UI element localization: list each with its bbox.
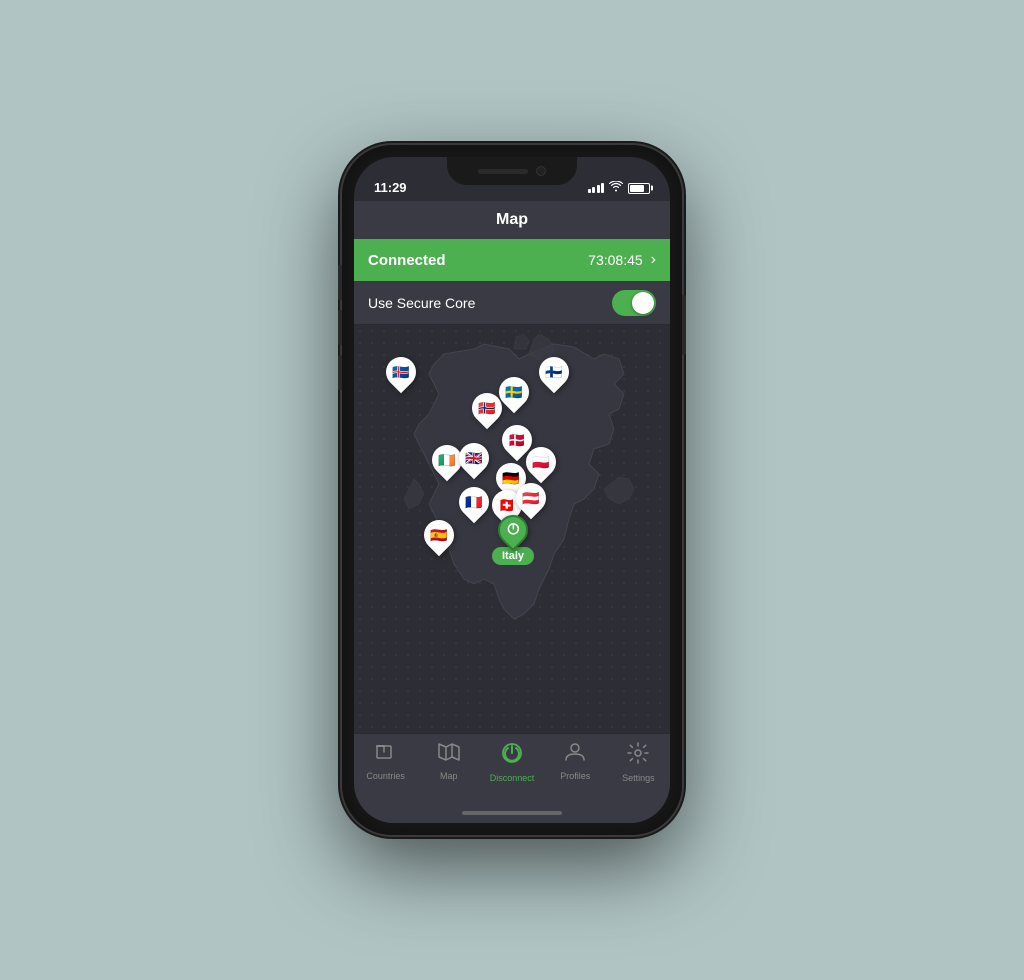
- tab-settings[interactable]: Settings: [607, 742, 670, 783]
- pin-ireland[interactable]: 🇮🇪: [432, 445, 462, 475]
- pin-finland[interactable]: 🇫🇮: [539, 357, 569, 387]
- app-header: Map: [354, 201, 670, 239]
- countries-tab-label: Countries: [366, 771, 405, 781]
- camera: [536, 166, 546, 176]
- status-time: 11:29: [374, 180, 407, 195]
- countries-icon: [375, 742, 397, 768]
- settings-icon: [627, 742, 649, 770]
- pin-norway[interactable]: 🇳🇴: [472, 393, 502, 423]
- speaker: [478, 169, 528, 174]
- wifi-icon: [609, 181, 623, 195]
- tab-profiles[interactable]: Profiles: [544, 742, 607, 781]
- disconnect-icon: [501, 742, 523, 770]
- home-indicator: [354, 803, 670, 823]
- connection-status: Connected: [368, 252, 446, 269]
- connection-timer: 73:08:45: [588, 252, 643, 268]
- tab-countries[interactable]: Countries: [354, 742, 417, 781]
- tab-map[interactable]: Map: [417, 742, 480, 781]
- pin-france[interactable]: 🇫🇷: [459, 487, 489, 517]
- phone-screen: 11:29: [354, 157, 670, 823]
- profiles-tab-label: Profiles: [560, 771, 590, 781]
- connection-details: 73:08:45 ›: [588, 251, 656, 269]
- battery-fill: [630, 185, 644, 192]
- pin-sweden[interactable]: 🇸🇪: [499, 377, 529, 407]
- map-area[interactable]: 🇮🇸 🇳🇴 🇸🇪 🇫🇮: [354, 325, 670, 733]
- profiles-icon: [564, 742, 586, 768]
- signal-icon: [588, 183, 605, 193]
- tab-disconnect[interactable]: Disconnect: [480, 742, 543, 783]
- pin-iceland[interactable]: 🇮🇸: [386, 357, 416, 387]
- pin-italy[interactable]: Italy: [492, 515, 534, 565]
- disconnect-tab-label: Disconnect: [490, 773, 535, 783]
- pin-poland[interactable]: 🇵🇱: [526, 447, 556, 477]
- power-icon: [506, 522, 520, 539]
- page-title: Map: [496, 211, 528, 229]
- pin-uk[interactable]: 🇬🇧: [459, 443, 489, 473]
- tab-bar: Countries Map: [354, 733, 670, 803]
- chevron-right-icon: ›: [651, 251, 656, 269]
- settings-tab-label: Settings: [622, 773, 655, 783]
- pin-austria[interactable]: 🇦🇹: [516, 483, 546, 513]
- toggle-knob: [632, 292, 654, 314]
- phone-frame: 11:29: [342, 145, 682, 835]
- secure-core-label: Use Secure Core: [368, 295, 475, 311]
- secure-core-toggle[interactable]: [612, 290, 656, 316]
- map-tab-label: Map: [440, 771, 458, 781]
- notch: [447, 157, 577, 185]
- home-bar: [462, 811, 562, 815]
- connected-banner[interactable]: Connected 73:08:45 ›: [354, 239, 670, 281]
- battery-icon: [628, 183, 650, 194]
- pin-spain[interactable]: 🇪🇸: [424, 520, 454, 550]
- status-icons: [588, 181, 651, 195]
- map-icon: [438, 742, 460, 768]
- secure-core-row: Use Secure Core: [354, 281, 670, 325]
